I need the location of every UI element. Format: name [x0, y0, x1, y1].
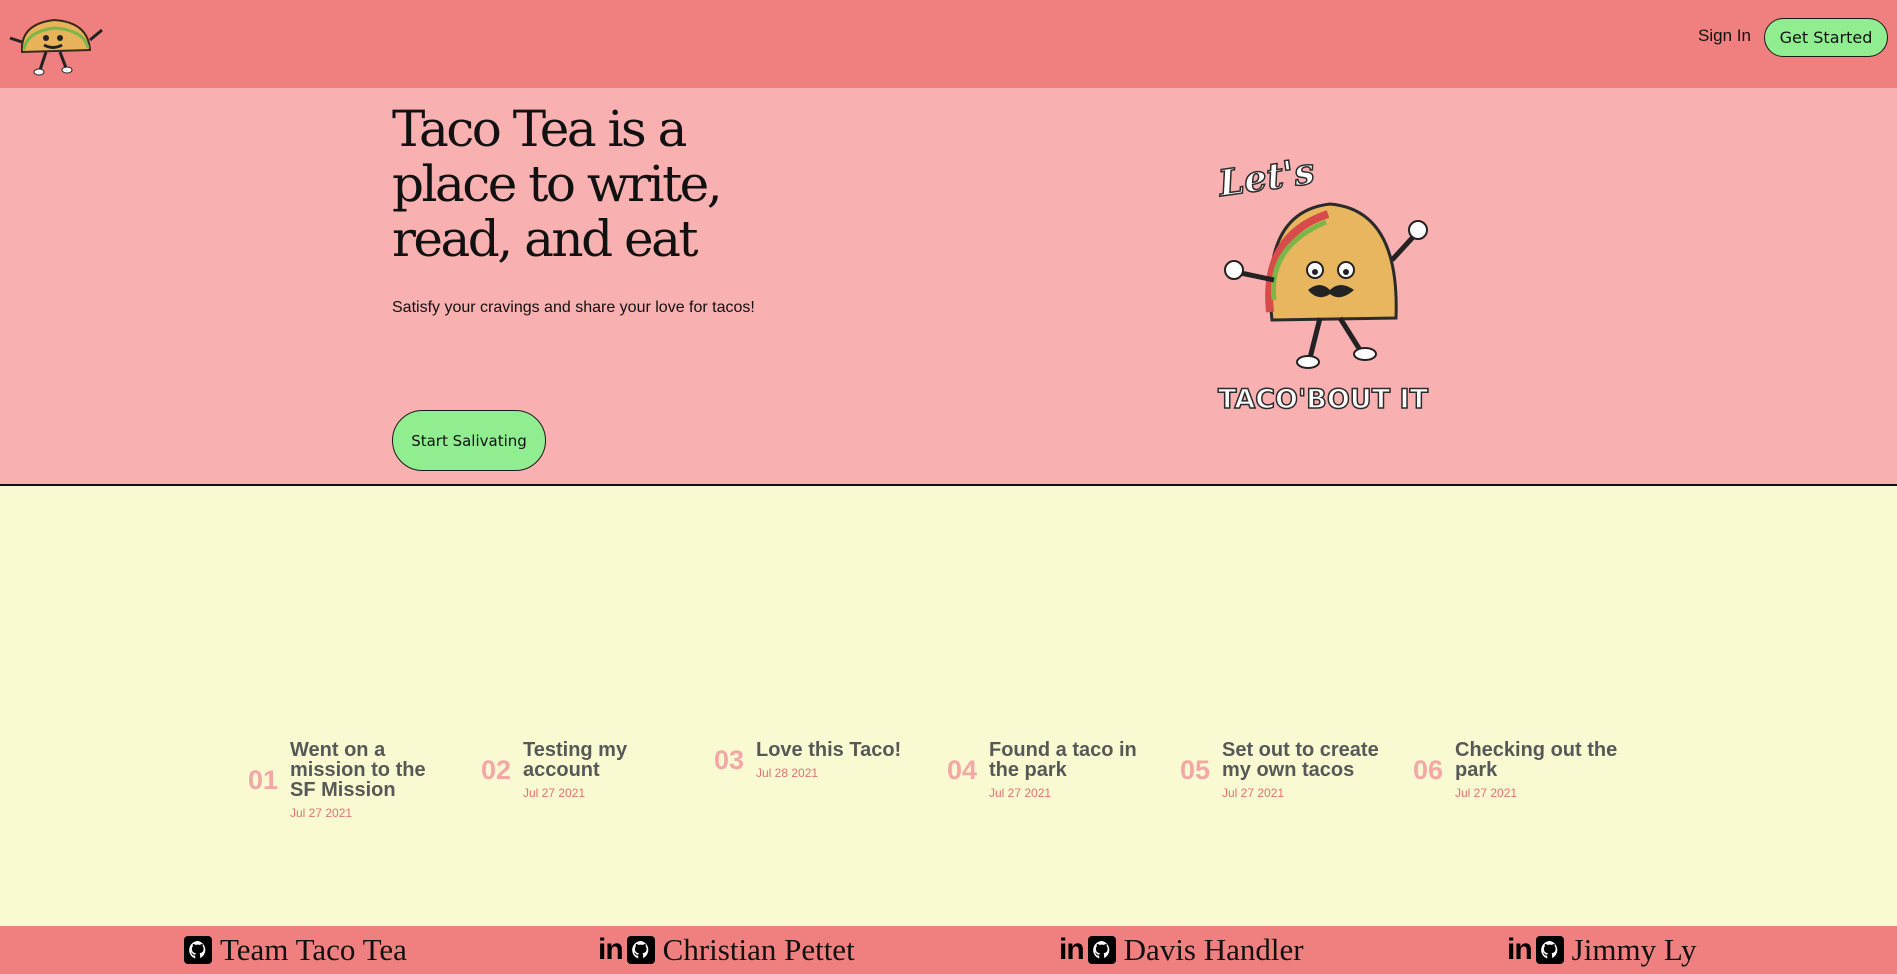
post-title[interactable]: Went on a mission to the SF Mission	[290, 740, 450, 800]
footer-member: in Christian Pettet	[598, 932, 855, 968]
post-date: Jul 27 2021	[523, 786, 586, 800]
post-title[interactable]: Testing my account	[523, 740, 663, 780]
github-icon[interactable]	[184, 936, 212, 964]
hero-title: Taco Tea is a place to write, read, and …	[392, 100, 723, 268]
trending-posts: 01 Went on a mission to the SF Mission J…	[0, 486, 1897, 926]
art-tacobout-text: TACO'BOUT IT	[1218, 384, 1429, 415]
post-item[interactable]: 03 Love this Taco! Jul 28 2021	[714, 740, 934, 780]
github-icon[interactable]	[1535, 936, 1564, 964]
post-item[interactable]: 05 Set out to create my own tacos Jul 27…	[1180, 740, 1400, 800]
footer-name[interactable]: Jimmy Ly	[1572, 932, 1697, 968]
post-number: 01	[248, 764, 279, 795]
post-item[interactable]: 04 Found a taco in the park Jul 27 2021	[947, 740, 1167, 800]
post-title[interactable]: Found a taco in the park	[989, 740, 1159, 780]
footer-name[interactable]: Christian Pettet	[663, 932, 855, 968]
taco-logo-icon[interactable]	[6, 12, 104, 76]
linkedin-icon[interactable]: in	[1059, 935, 1085, 965]
post-number: 03	[714, 744, 745, 775]
post-number: 06	[1413, 754, 1444, 785]
taco-mascot-illustration: Let's TACO'BOUT IT	[1214, 150, 1429, 416]
start-salivating-button[interactable]: Start Salivating	[392, 410, 546, 471]
footer-member: in Jimmy Ly	[1507, 932, 1697, 968]
post-date: Jul 27 2021	[1222, 786, 1285, 800]
team-footer: Team Taco Tea in Christian Pettet in Dav…	[0, 926, 1897, 974]
post-title[interactable]: Set out to create my own tacos	[1222, 740, 1402, 780]
github-icon[interactable]	[1087, 936, 1116, 964]
footer-name[interactable]: Davis Handler	[1124, 932, 1304, 968]
hero-subtitle: Satisfy your cravings and share your lov…	[392, 299, 755, 316]
post-title[interactable]: Checking out the park	[1455, 740, 1635, 780]
linkedin-icon[interactable]: in	[1507, 935, 1533, 965]
post-item[interactable]: 06 Checking out the park Jul 27 2021	[1413, 740, 1633, 800]
post-date: Jul 27 2021	[1455, 786, 1518, 800]
post-number: 04	[947, 754, 978, 785]
post-date: Jul 27 2021	[290, 806, 353, 820]
sign-in-link[interactable]: Sign In	[1698, 26, 1751, 46]
post-item[interactable]: 01 Went on a mission to the SF Mission J…	[248, 740, 468, 820]
footer-member: in Davis Handler	[1059, 932, 1304, 968]
footer-team: Team Taco Tea	[184, 932, 407, 968]
top-nav-bar: Sign In Get Started	[0, 0, 1897, 88]
post-number: 05	[1180, 754, 1211, 785]
post-item[interactable]: 02 Testing my account Jul 27 2021	[481, 740, 701, 800]
get-started-button[interactable]: Get Started	[1764, 18, 1888, 57]
art-lets-text: Let's	[1215, 150, 1317, 205]
footer-name[interactable]: Team Taco Tea	[220, 932, 407, 968]
post-number: 02	[481, 754, 512, 785]
linkedin-icon[interactable]: in	[598, 935, 624, 965]
post-date: Jul 27 2021	[989, 786, 1052, 800]
github-icon[interactable]	[626, 936, 655, 964]
hero-section: Taco Tea is a place to write, read, and …	[0, 88, 1897, 486]
post-date: Jul 28 2021	[756, 766, 819, 780]
post-title[interactable]: Love this Taco!	[756, 740, 936, 760]
